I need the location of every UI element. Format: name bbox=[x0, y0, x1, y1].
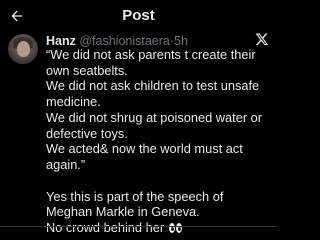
post-time[interactable]: 5h bbox=[174, 34, 188, 48]
quote-line: “We did not ask parents t create their o… bbox=[46, 47, 256, 78]
comment-line: Yes this is part of the speech of Meghan… bbox=[46, 188, 224, 220]
page-title: Post bbox=[122, 7, 155, 24]
tweet-body: “We did not ask parents t create their o… bbox=[46, 47, 271, 237]
comment-line-with-emoji: No crowd behind her bbox=[46, 220, 271, 237]
x-logo-icon bbox=[255, 32, 269, 46]
quote-line: We did not ask children to test unsafe m… bbox=[46, 78, 260, 110]
comment-text: No crowd behind her bbox=[46, 220, 165, 236]
author-name[interactable]: Hanz bbox=[46, 34, 76, 48]
quote-line: We acted& now the world must act again.” bbox=[46, 141, 243, 172]
quote-line: We did not shrug at poisoned water or de… bbox=[46, 109, 263, 141]
avatar[interactable] bbox=[8, 34, 38, 64]
top-bar: Post bbox=[0, 0, 277, 33]
divider bbox=[0, 226, 277, 227]
author-handle[interactable]: @fashionistaera bbox=[79, 34, 170, 48]
eyes-emoji bbox=[168, 221, 183, 237]
